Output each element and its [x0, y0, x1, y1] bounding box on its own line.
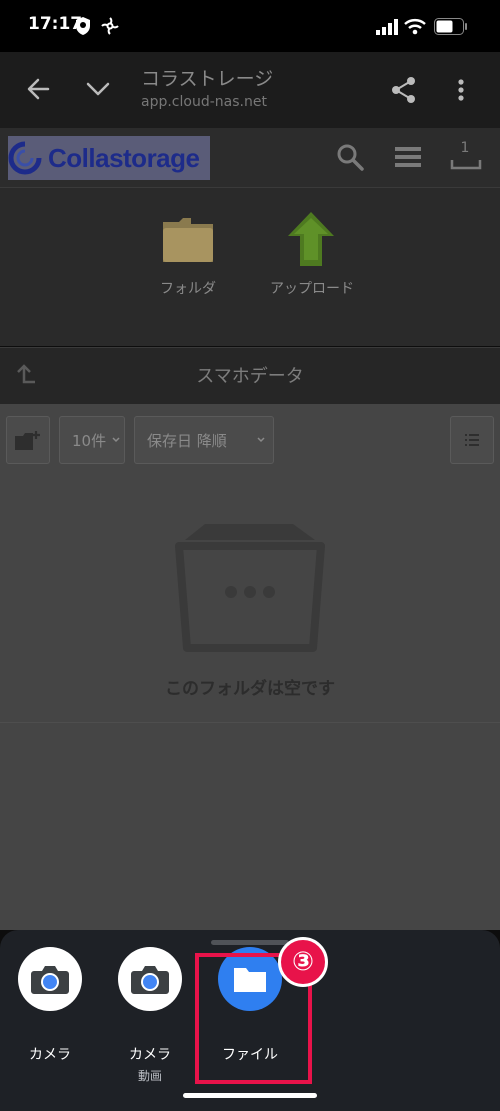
signal-icon [376, 19, 398, 35]
share-icon[interactable] [391, 76, 417, 104]
upload-queue-count: 1 [460, 140, 470, 156]
back-arrow-icon[interactable] [26, 77, 52, 101]
page-url[interactable]: app.cloud-nas.net [141, 94, 267, 110]
battery-icon [434, 18, 467, 35]
app-sublabel: 動画 [137, 1069, 162, 1083]
logo-mark-icon [8, 141, 42, 175]
caret-down-icon [112, 437, 120, 443]
page-title: コラストレージ [141, 68, 274, 90]
view-toggle-button[interactable] [450, 416, 494, 464]
per-page-value: 10件 [72, 431, 107, 450]
shield-icon [76, 17, 90, 35]
more-vert-icon[interactable] [456, 78, 466, 102]
empty-message: このフォルダは空です [165, 679, 335, 699]
caret-down-icon [257, 437, 265, 443]
add-folder-button[interactable] [6, 416, 50, 464]
status-bar: 17:17 [0, 0, 500, 52]
step-badge: ③ [278, 937, 328, 987]
app-label: カメラ [29, 1047, 71, 1063]
site-header: Collastorage 1 [0, 128, 500, 188]
upload-action[interactable]: アップロード [252, 210, 372, 310]
folder-name: スマホデータ [196, 366, 304, 387]
divider [0, 722, 500, 723]
add-folder-icon [15, 431, 40, 450]
list-view-icon [465, 434, 479, 446]
sort-select[interactable]: 保存日 降順 [134, 416, 274, 464]
browser-bar: コラストレージ app.cloud-nas.net [0, 52, 500, 128]
tray-icon [450, 160, 482, 170]
home-indicator[interactable] [183, 1093, 317, 1098]
upload-queue-button[interactable]: 1 [450, 138, 484, 174]
site-logo[interactable]: Collastorage [8, 136, 210, 180]
camera-icon [131, 966, 169, 994]
camera-app-icon [118, 947, 182, 1011]
logo-text: Collastorage [48, 142, 200, 173]
folder-icon [163, 218, 213, 262]
upload-arrow-icon [288, 212, 334, 266]
search-icon[interactable] [336, 143, 364, 171]
chevron-down-icon[interactable] [85, 80, 111, 98]
app-label: カメラ [129, 1047, 171, 1063]
file-list: このフォルダは空です [0, 478, 500, 930]
upload-label: アップロード [270, 281, 354, 297]
empty-folder-icon [175, 524, 325, 652]
camera-icon [31, 966, 69, 994]
folder-header: スマホデータ [0, 347, 500, 405]
menu-icon[interactable] [395, 146, 421, 168]
camera-app-icon [18, 947, 82, 1011]
folder-label: フォルダ [160, 281, 216, 297]
pinwheel-icon [101, 17, 119, 35]
app-camera-video[interactable]: カメラ 動画 [100, 930, 200, 1100]
per-page-select[interactable]: 10件 [59, 416, 125, 464]
app-camera[interactable]: カメラ [0, 930, 100, 1100]
action-area: フォルダ アップロード [0, 188, 500, 346]
new-folder-action[interactable]: フォルダ [128, 210, 248, 310]
sort-value: 保存日 降順 [147, 431, 227, 450]
wifi-icon [404, 19, 426, 35]
toolbar: 10件 保存日 降順 [0, 404, 500, 478]
